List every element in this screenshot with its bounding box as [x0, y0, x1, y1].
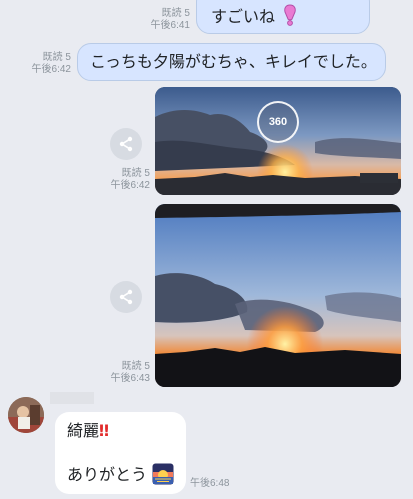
message-text: 綺麗 [67, 421, 100, 440]
double-exclamation-icon: ‼ [99, 421, 110, 440]
avatar-image [8, 397, 44, 433]
avatar[interactable] [8, 397, 44, 433]
share-button[interactable] [110, 281, 142, 313]
share-icon [119, 136, 133, 152]
message-time: 午後6:48 [190, 478, 230, 489]
share-button[interactable] [110, 128, 142, 160]
pink-exclamation-icon [282, 4, 298, 31]
share-icon [119, 289, 133, 305]
read-receipt: 既読 5 午後6:42 [110, 168, 150, 191]
sunset-emoji-icon [152, 463, 174, 490]
received-message-bubble[interactable]: 綺麗‼ ありがとう [55, 412, 186, 494]
read-receipt: 既読 5 午後6:42 [31, 52, 71, 75]
photo-360[interactable]: 360 [155, 87, 401, 195]
message-text: すごいね [211, 7, 276, 26]
sender-name-placeholder [50, 392, 94, 404]
sunset-photo-large [155, 204, 401, 387]
sent-message-bubble[interactable]: こっちも夕陽がむちゃ、キレイでした。 [77, 43, 386, 81]
read-receipt: 既読 5 午後6:43 [110, 361, 150, 384]
photo[interactable] [155, 204, 401, 387]
read-receipt: 既読 5 午後6:41 [150, 8, 190, 31]
message-text: こっちも夕陽がむちゃ、キレイでした。 [90, 52, 377, 71]
360-badge: 360 [257, 101, 299, 143]
message-text: ありがとう [67, 465, 148, 484]
sent-message-bubble[interactable]: すごいね [196, 0, 370, 34]
